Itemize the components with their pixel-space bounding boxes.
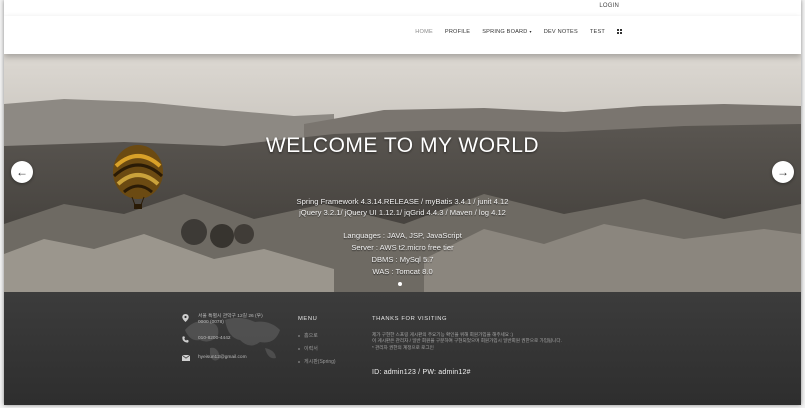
nav-item-home[interactable]: HOME [415, 29, 433, 35]
login-link[interactable]: LOGIN [599, 3, 619, 9]
phone-icon [182, 336, 192, 345]
footer-menu-item-board[interactable]: 게시판(Spring) [298, 358, 336, 365]
phone-text: 010-8200-4442 [198, 336, 231, 341]
map-pin-icon [182, 314, 192, 324]
email-text[interactable]: hyeisun12@gmail.com [198, 355, 247, 361]
chevron-down-icon: ▾ [529, 29, 532, 34]
hero-tech-line-2: jQuery 3.2.1/ jQuery UI 1.12.1/ jqGrid 4… [299, 208, 506, 217]
envelope-icon [181, 354, 192, 363]
top-bar: LOGIN [4, 0, 801, 17]
contact-info: 서울 특별시 관악구 12길 26 (우) 0000 (0078) 010-82… [181, 314, 273, 373]
nav-item-profile[interactable]: PROFILE [445, 29, 470, 35]
hero-tech-line-1: Spring Framework 4.3.14.RELEASE / myBati… [296, 197, 509, 206]
thanks-line-3: * 관리자 권한의 계정으로 로그인 [372, 344, 434, 350]
nav-menu: HOME PROFILE SPRING BOARD ▾ DEV NOTES TES… [403, 29, 623, 35]
bullet-icon [298, 360, 300, 363]
carousel-prev-button[interactable]: ← [11, 161, 33, 183]
carousel-next-button[interactable]: → [772, 161, 794, 183]
footer-menu-heading: MENU [298, 316, 318, 322]
thanks-section: THANKS FOR VISITING 제가 구현한 스프링 게시판의 주요기능… [372, 316, 612, 376]
nav-item-dev-notes[interactable]: DEV NOTES [544, 29, 578, 35]
contact-address: 서울 특별시 관악구 12길 26 (우) 0000 (0078) [182, 314, 273, 326]
demo-credentials: ID: admin123 / PW: admin12# [372, 369, 471, 377]
bullet-icon [298, 347, 300, 350]
arrow-right-icon: → [777, 165, 789, 179]
hero-was: WAS : Tomcat 8.0 [372, 267, 433, 276]
nav-item-spring-board[interactable]: SPRING BOARD ▾ [482, 29, 532, 35]
hero-title: WELCOME TO MY WORLD [265, 134, 540, 157]
contact-email: hyeisun12@gmail.com [181, 354, 273, 363]
nav-item-test[interactable]: TEST [590, 29, 605, 35]
footer-menu: MENU 홈으로 이력서 게시판(Spring) [298, 316, 336, 371]
footer-menu-item-label: 게시판(Spring) [304, 359, 336, 365]
main-navbar: HOME PROFILE SPRING BOARD ▾ DEV NOTES TES… [4, 16, 801, 54]
address-text: 서울 특별시 관악구 12길 26 (우) 0000 (0078) [198, 314, 263, 325]
footer-menu-item-label: 홈으로 [304, 333, 318, 339]
site-footer: 서울 특별시 관악구 12길 26 (우) 0000 (0078) 010-82… [4, 292, 801, 405]
grid-menu-icon[interactable] [617, 29, 623, 35]
hero-server: Server : AWS t2.micro free tier [351, 243, 454, 252]
contact-phone: 010-8200-4442 [182, 336, 273, 345]
nav-item-spring-board-label: SPRING BOARD [482, 29, 528, 35]
arrow-left-icon: ← [16, 165, 28, 179]
carousel-indicator[interactable] [398, 282, 402, 286]
hero-content: WELCOME TO MY WORLD Spring Framework 4.3… [4, 54, 801, 292]
hero-languages: Languages : JAVA, JSP, JavaScript [343, 231, 462, 240]
hero-carousel: WELCOME TO MY WORLD Spring Framework 4.3… [4, 54, 801, 292]
footer-menu-item-label: 이력서 [304, 346, 318, 352]
footer-menu-item-resume[interactable]: 이력서 [298, 345, 336, 352]
footer-menu-item-home[interactable]: 홈으로 [298, 332, 336, 339]
thanks-heading: THANKS FOR VISITING [372, 316, 448, 322]
bullet-icon [298, 334, 300, 337]
hero-dbms: DBMS : MySql 5.7 [371, 255, 434, 264]
browser-page: LOGIN HOME PROFILE SPRING BOARD ▾ DEV NOT… [4, 0, 801, 405]
